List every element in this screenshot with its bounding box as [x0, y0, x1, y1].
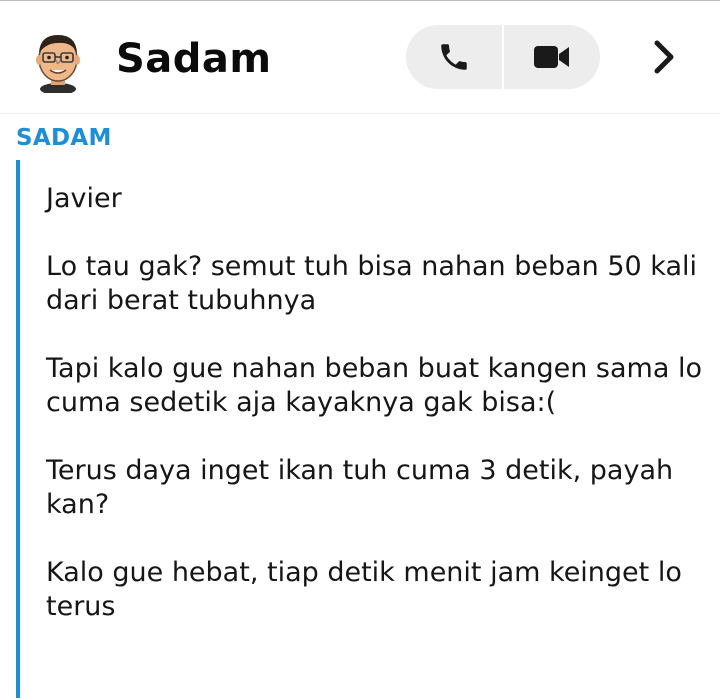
avatar[interactable]: [30, 27, 86, 95]
header-divider: [0, 113, 720, 114]
sender-accent-bar: [16, 160, 20, 698]
call-button-group: [406, 25, 600, 89]
chat-header: Sadam: [0, 1, 720, 113]
chat-message[interactable]: Javier Lo tau gak? semut tuh bisa nahan …: [16, 160, 720, 698]
phone-icon: [441, 44, 467, 70]
voice-call-button[interactable]: [406, 25, 502, 89]
sender-label: SADAM: [16, 125, 112, 151]
bitmoji-avatar-icon: [36, 35, 80, 95]
message-line: Tapi kalo gue nahan beban buat kangen sa…: [46, 353, 702, 418]
message-line: Javier: [46, 183, 122, 214]
message-line: Kalo gue hebat, tiap detik menit jam kei…: [46, 557, 682, 622]
contact-name[interactable]: Sadam: [116, 29, 272, 89]
video-camera-icon: [534, 46, 569, 68]
message-text: Javier Lo tau gak? semut tuh bisa nahan …: [46, 182, 706, 658]
chevron-right-icon: [654, 40, 674, 74]
message-line: Terus daya inget ikan tuh cuma 3 detik, …: [46, 455, 674, 520]
chat-details-button[interactable]: [640, 29, 688, 85]
video-call-button[interactable]: [504, 25, 600, 89]
message-line: Lo tau gak? semut tuh bisa nahan beban 5…: [46, 251, 698, 316]
